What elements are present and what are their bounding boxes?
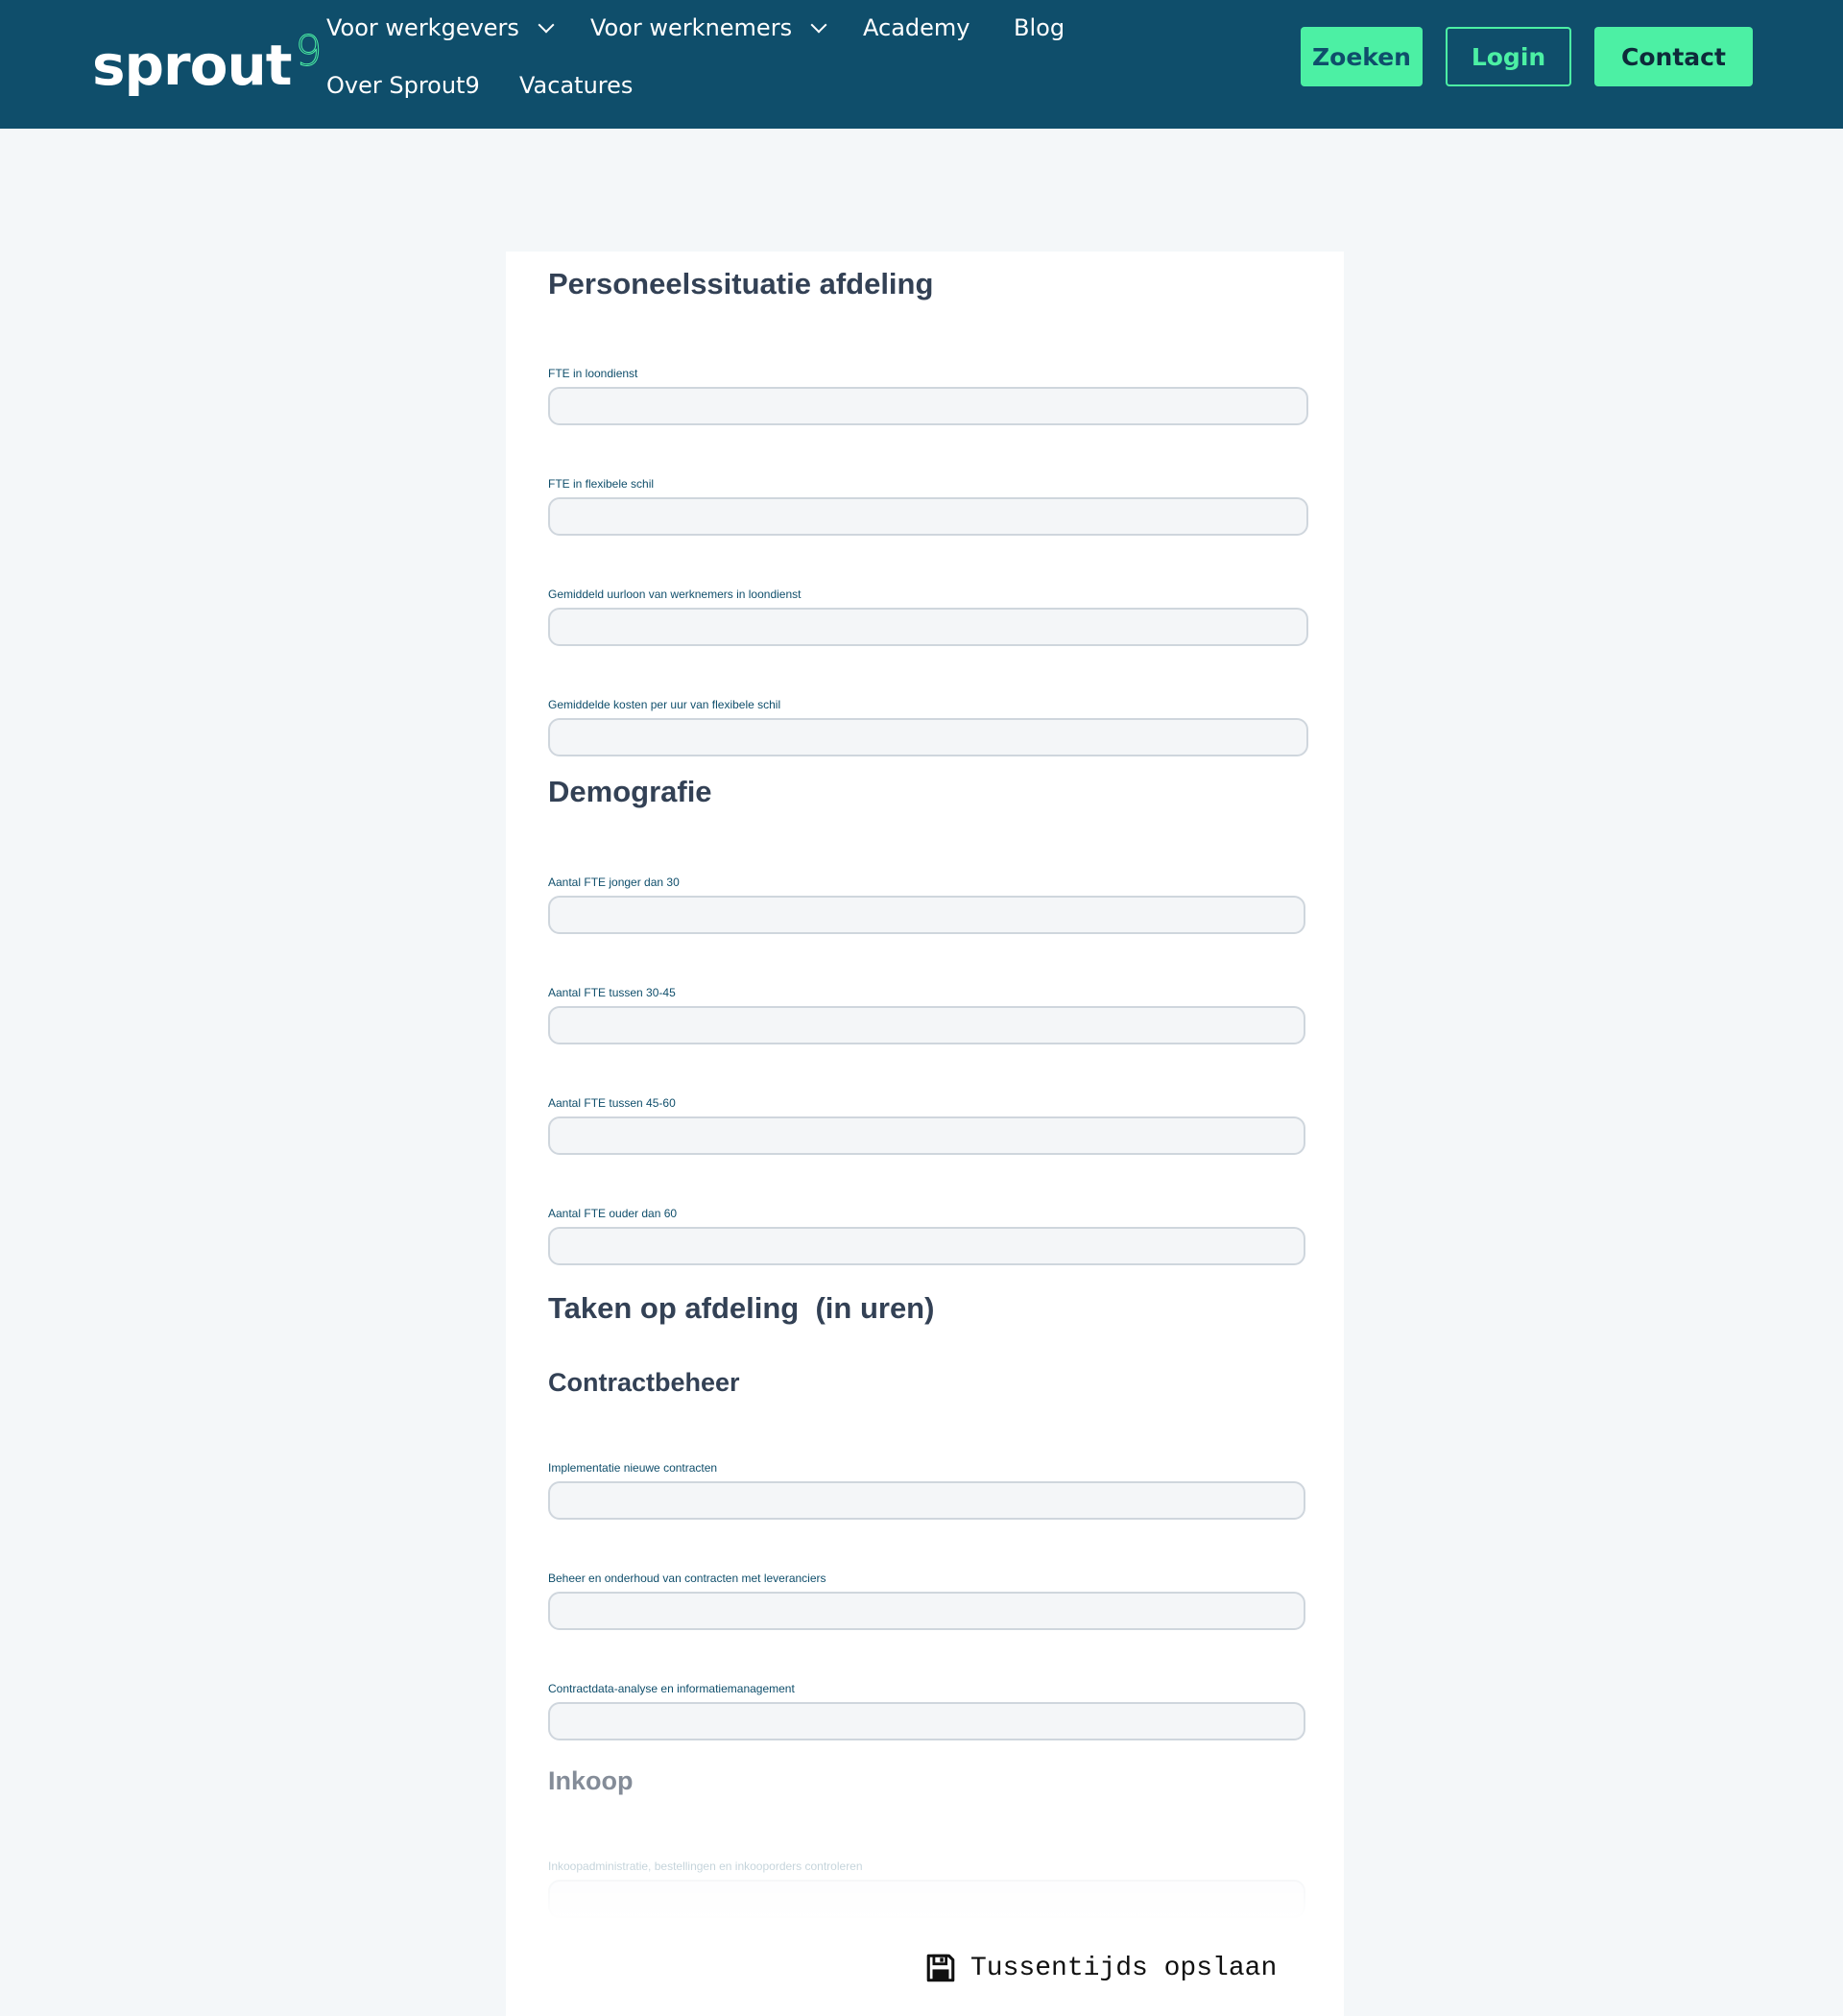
contact-button[interactable]: Contact	[1594, 27, 1753, 86]
label-tussen-30-45: Aantal FTE tussen 30-45	[548, 986, 676, 999]
login-button[interactable]: Login	[1446, 27, 1571, 86]
section-title-taken: Taken op afdeling (in uren)	[548, 1291, 935, 1325]
label-beheer: Beheer en onderhoud van contracten met l…	[548, 1572, 826, 1585]
nav-item-voor-werknemers[interactable]: Voor werknemers	[590, 13, 827, 42]
scroll-fade-overlay	[506, 1864, 1344, 1922]
search-button[interactable]: Zoeken	[1301, 27, 1423, 86]
save-draft-button[interactable]: Tussentijds opslaan	[924, 1949, 1277, 1987]
section-title-demografie: Demografie	[548, 775, 712, 808]
fte-tussen-30-45-input[interactable]	[548, 1006, 1305, 1044]
nav-label: Academy	[863, 14, 970, 41]
label-contractdata: Contractdata-analyse en informatiemanage…	[548, 1682, 795, 1695]
main-nav: Voor werkgevers Voor werknemers Academy …	[326, 0, 1094, 129]
implementatie-input[interactable]	[548, 1481, 1305, 1520]
floppy-disk-icon	[926, 1954, 955, 1982]
site-header: sprout 9 Voor werkgevers Voor werknemers…	[0, 0, 1843, 129]
contractdata-input[interactable]	[548, 1702, 1305, 1740]
fte-flexibel-input[interactable]	[548, 497, 1308, 536]
nav-label: Voor werkgevers	[326, 14, 519, 41]
label-kosten-flex: Gemiddelde kosten per uur van flexibele …	[548, 698, 781, 711]
nav-item-academy[interactable]: Academy	[863, 13, 969, 42]
kosten-flex-input[interactable]	[548, 718, 1308, 756]
chevron-down-icon	[810, 16, 827, 34]
save-draft-label: Tussentijds opslaan	[970, 1953, 1278, 1983]
nav-label: Voor werknemers	[590, 14, 793, 41]
nav-label: Over Sprout9	[326, 72, 480, 99]
nav-item-voor-werkgevers[interactable]: Voor werkgevers	[326, 13, 555, 42]
label-ouder-60: Aantal FTE ouder dan 60	[548, 1207, 678, 1220]
nav-label: Vacatures	[519, 72, 634, 99]
uurloon-input[interactable]	[548, 608, 1308, 646]
chevron-down-icon	[538, 16, 555, 34]
section-title-inkoop: Inkoop	[548, 1766, 634, 1795]
section-title-personeelssituatie: Personeelssituatie afdeling	[548, 267, 934, 300]
nav-item-blog[interactable]: Blog	[1014, 13, 1065, 42]
label-tussen-45-60: Aantal FTE tussen 45-60	[548, 1096, 676, 1110]
nav-item-over-sprout9[interactable]: Over Sprout9	[326, 71, 480, 100]
form-card: Personeelssituatie afdeling FTE in loond…	[506, 252, 1344, 2016]
label-fte-flexibel: FTE in flexibele schil	[548, 477, 655, 491]
label-uurloon: Gemiddeld uurloon van werknemers in loon…	[548, 588, 802, 601]
fte-loondienst-input[interactable]	[548, 387, 1308, 425]
logo-nine-mark: 9	[295, 27, 323, 76]
label-implementatie: Implementatie nieuwe contracten	[548, 1461, 718, 1475]
nav-label: Blog	[1014, 14, 1065, 41]
label-fte-loondienst: FTE in loondienst	[548, 367, 638, 380]
fte-jonger-30-input[interactable]	[548, 896, 1305, 934]
fte-ouder-60-input[interactable]	[548, 1227, 1305, 1265]
sprout9-logo[interactable]: sprout 9	[92, 27, 323, 104]
logo-wordmark: sprout	[92, 33, 293, 98]
section-title-contractbeheer: Contractbeheer	[548, 1368, 740, 1397]
label-jonger-30: Aantal FTE jonger dan 30	[548, 876, 680, 889]
nav-item-vacatures[interactable]: Vacatures	[519, 71, 633, 100]
beheer-input[interactable]	[548, 1592, 1305, 1630]
fte-tussen-45-60-input[interactable]	[548, 1116, 1305, 1155]
